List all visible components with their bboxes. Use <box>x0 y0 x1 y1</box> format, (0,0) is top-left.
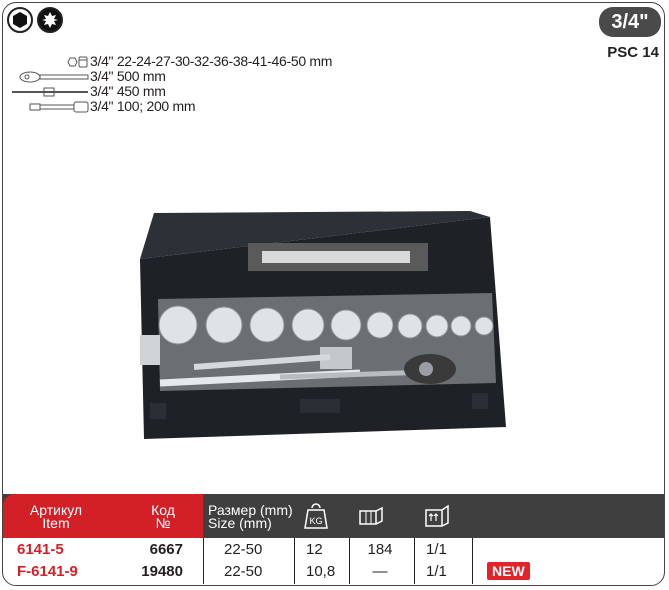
cell-pack: 1/1 <box>426 540 447 558</box>
socket-set-case-photo <box>140 211 506 439</box>
weight-icon-label: KG <box>309 516 322 526</box>
spec-row-extension: 3/4" 100; 200 mm <box>10 99 332 114</box>
header-code-no: № <box>155 515 171 531</box>
new-badge-cell: NEW <box>487 560 530 582</box>
header-size: Размер (mm) Size (mm) <box>208 503 300 531</box>
header-article: Артикул Item <box>21 503 91 531</box>
cell-qty: — <box>372 562 388 580</box>
twelve-point-socket-icon <box>37 7 63 33</box>
t-bar-icon <box>10 85 90 99</box>
column-divider <box>203 538 204 584</box>
cell-size: 22-50 <box>224 540 263 558</box>
cell-item: 6141-5 <box>17 540 64 558</box>
header-size-en: Size (mm) <box>208 515 272 531</box>
column-divider <box>472 538 473 584</box>
cell-qty: 184 <box>367 540 393 558</box>
spec-row-ratchet: 3/4" 500 mm <box>10 69 332 84</box>
drive-icons <box>7 7 63 33</box>
cell-size: 22-50 <box>224 562 263 580</box>
spec-text: 3/4" 450 mm <box>90 83 166 99</box>
column-divider <box>294 538 295 584</box>
drive-size-badge: 3/4" <box>599 7 661 37</box>
cell-weight: 10,8 <box>306 562 336 580</box>
cell-item: F-6141-9 <box>17 562 78 580</box>
table-row: F-6141-9 19480 22-50 10,8 — 1/1 NEW <box>3 560 664 582</box>
cell-weight: 12 <box>306 540 323 558</box>
header-code: Код № <box>133 503 193 531</box>
header-article-en: Item <box>42 515 70 531</box>
cell-code: 6667 <box>149 540 183 558</box>
box-icon <box>358 506 384 528</box>
socket-icon <box>10 55 90 69</box>
product-table: Артикул Item Код № Размер (mm) Size (mm)… <box>3 494 664 584</box>
cell-pack: 1/1 <box>426 562 447 580</box>
cell-code: 19480 <box>141 562 183 580</box>
model-code: PSC 14 <box>607 44 659 61</box>
spec-row-tbar: 3/4" 450 mm <box>10 84 332 99</box>
table-header: Артикул Item Код № Размер (mm) Size (mm)… <box>3 494 664 538</box>
spec-row-sockets: 3/4" 22-24-27-30-32-36-38-41-46-50 mm <box>10 54 332 69</box>
ratchet-icon <box>10 70 90 84</box>
spec-text: 3/4" 500 mm <box>90 68 166 84</box>
new-badge: NEW <box>487 562 530 580</box>
column-divider <box>349 538 350 584</box>
spec-text: 3/4" 100; 200 mm <box>90 98 196 114</box>
spec-list: 3/4" 22-24-27-30-32-36-38-41-46-50 mm 3/… <box>10 54 332 114</box>
table-row: 6141-5 6667 22-50 12 184 1/1 <box>3 538 664 560</box>
carton-icon <box>424 504 450 530</box>
extension-bar-icon <box>10 100 90 114</box>
hex-socket-icon <box>7 7 33 33</box>
column-divider <box>414 538 415 584</box>
weight-icon: KG <box>303 502 329 532</box>
spec-text: 3/4" 22-24-27-30-32-36-38-41-46-50 mm <box>90 53 333 69</box>
